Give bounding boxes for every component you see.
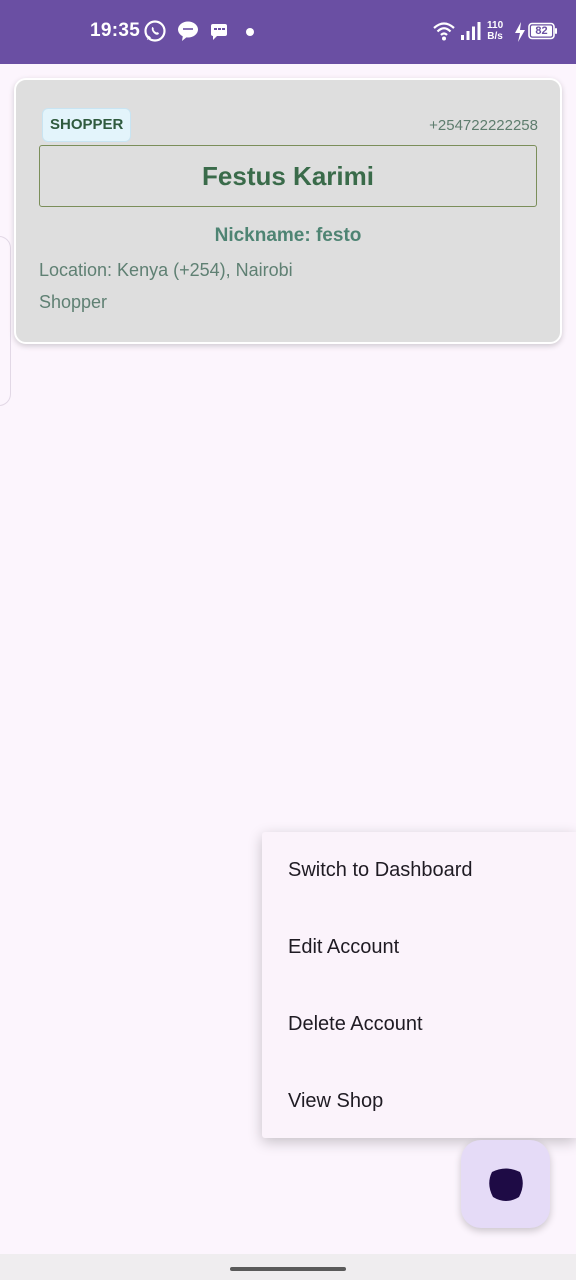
profile-card[interactable]: SHOPPER +254722222258 Festus Karimi Nick…	[14, 78, 562, 344]
battery-level: 82	[535, 25, 548, 37]
dot-icon	[244, 25, 256, 43]
whatsapp-icon	[143, 19, 167, 48]
status-bar: 19:35 110 B/s 82	[0, 0, 576, 64]
menu-item-view-shop[interactable]: View Shop	[262, 1063, 576, 1140]
fab-button[interactable]	[461, 1140, 550, 1228]
chat-bubble-icon	[176, 19, 200, 48]
message-icon	[209, 19, 231, 48]
signal-icon	[459, 19, 483, 48]
menu-item-switch-to-dashboard[interactable]: Switch to Dashboard	[262, 832, 576, 909]
menu-item-edit-account[interactable]: Edit Account	[262, 909, 576, 986]
status-time: 19:35	[90, 20, 141, 41]
home-gesture-handle[interactable]	[230, 1267, 346, 1271]
profile-blob-icon	[486, 1164, 526, 1209]
menu-item-delete-account[interactable]: Delete Account	[262, 986, 576, 1063]
wifi-icon	[432, 19, 456, 48]
charging-icon	[513, 21, 527, 48]
phone-number: +254722222258	[429, 117, 538, 134]
location: Location: Kenya (+254), Nairobi	[39, 260, 293, 280]
battery-icon: 82	[528, 22, 558, 45]
navigation-bar	[0, 1254, 576, 1280]
network-speed: 110 B/s	[487, 20, 504, 42]
nickname: Nickname: festo	[214, 225, 362, 246]
options-menu: Switch to Dashboard Edit Account Delete …	[262, 832, 576, 1138]
side-drawer-handle[interactable]	[0, 236, 11, 406]
profile-name: Festus Karimi	[39, 145, 537, 207]
role-badge: SHOPPER	[42, 108, 132, 142]
role-text: Shopper	[39, 292, 108, 312]
